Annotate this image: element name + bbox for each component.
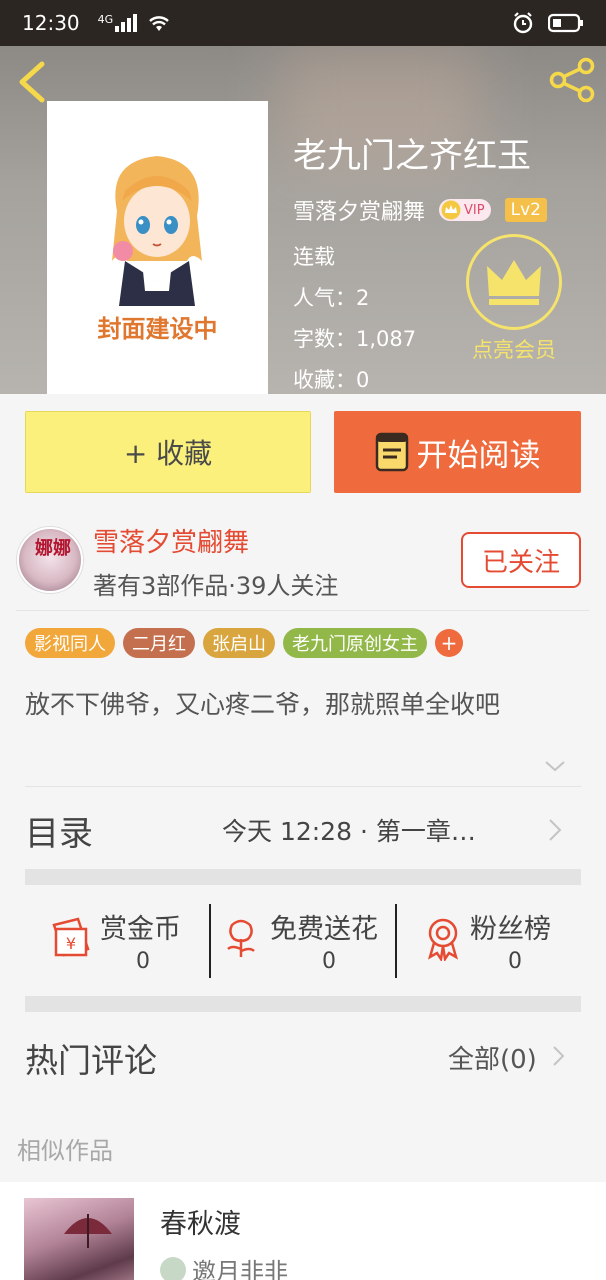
member-button[interactable]: 点亮会员 [466,234,562,364]
book-favorites: 收藏：0 [293,368,370,392]
flower-label: 免费送花 [270,914,378,945]
back-icon[interactable] [14,60,50,104]
start-reading-label: 开始阅读 [416,437,541,474]
medal-icon [427,918,459,961]
similar-author-avatar [160,1256,186,1280]
flower-count: 0 [322,949,336,974]
tag-list: 影视同人 二月红 张启山 老九门原创女主 + [25,628,463,658]
fan-ranking-button[interactable]: 粉丝榜 0 [420,903,570,977]
author-avatar[interactable]: 娜娜 [17,527,83,593]
hot-comments-title: 热门评论 [25,1041,157,1080]
red-envelope-icon: ¥ [52,917,90,957]
similar-author-name: 邀月非非 [192,1258,288,1280]
chevron-right-icon[interactable] [548,818,562,842]
similar-works-title: 相似作品 [17,1137,113,1165]
similar-work-item[interactable]: 春秋渡 邀月非非 [0,1182,606,1280]
follow-button[interactable]: 已关注 [461,532,581,588]
book-header: 封面建设中 老九门之齐红玉 雪落夕赏翩舞 VIP Lv2 连载 人气：2 字数：… [0,46,606,394]
header-author-line: 雪落夕赏翩舞 VIP Lv2 [293,194,547,226]
flower-icon [227,919,255,957]
svg-text:¥: ¥ [66,934,76,953]
level-badge: Lv2 [504,198,547,222]
fan-ranking-label: 粉丝榜 [470,914,551,945]
member-label: 点亮会员 [472,338,556,362]
member-circle [466,234,562,330]
book-popularity: 人气：2 [293,286,370,310]
umbrella-illustration [64,1214,112,1248]
vip-label: VIP [464,202,485,218]
all-comments-link[interactable]: 全部(0) [448,1039,537,1076]
share-icon[interactable] [548,56,596,104]
header-author-name[interactable]: 雪落夕赏翩舞 [293,194,425,226]
reward-count: 0 [136,949,150,974]
chevron-down-icon[interactable] [544,758,566,774]
book-status: 连载 [293,245,335,269]
similar-work-cover [24,1198,134,1280]
start-reading-button[interactable]: 开始阅读 [334,411,581,493]
tag[interactable]: 老九门原创女主 [283,628,427,658]
tag[interactable]: 二月红 [123,628,195,658]
similar-work-author: 邀月非非 [160,1252,288,1280]
section-separator [25,996,581,1012]
tag[interactable]: 影视同人 [25,628,115,658]
divider [25,786,581,787]
signal-icon [115,14,138,32]
divider [395,904,397,978]
favorite-button[interactable]: + 收藏 [25,411,311,493]
wifi-icon [149,16,170,31]
book-summary: 放不下佛爷，又心疼二爷，那就照单全收吧 [25,690,501,719]
alarm-icon [513,12,533,34]
avatar-text: 娜娜 [35,538,71,559]
author-stats: 著有3部作品·39人关注 [93,572,339,600]
cover-illustration [112,156,202,306]
book-title: 老九门之齐红玉 [293,136,531,176]
crown-icon [487,260,541,305]
author-name[interactable]: 雪落夕赏翩舞 [93,522,249,559]
cover-caption: 封面建设中 [97,315,218,343]
battery-icon [548,13,583,33]
network-label: 4G [97,12,114,26]
vip-crown-icon [441,200,461,220]
section-separator [25,869,581,885]
chevron-right-icon[interactable] [552,1045,565,1067]
divider [209,904,211,978]
tag[interactable]: 张启山 [203,628,275,658]
book-word-count: 字数：1,087 [293,327,417,351]
directory-label[interactable]: 目录 [25,806,93,855]
reward-label: 赏金币 [100,914,181,945]
vip-badge: VIP [439,199,491,221]
latest-chapter[interactable]: 今天 12:28 · 第一章… [222,812,476,848]
clock: 12:30 [22,11,80,35]
status-bar: 12:30 4G [0,0,606,46]
book-icon [375,432,408,472]
similar-work-title: 春秋渡 [160,1209,241,1240]
divider [16,610,589,611]
send-flower-button[interactable]: 免费送花 0 [218,903,388,977]
more-tags-button[interactable]: + [435,629,463,657]
book-cover[interactable]: 封面建设中 [47,101,268,394]
reward-coins-button[interactable]: ¥ 赏金币 0 [48,903,198,977]
fan-ranking-count: 0 [508,949,522,974]
